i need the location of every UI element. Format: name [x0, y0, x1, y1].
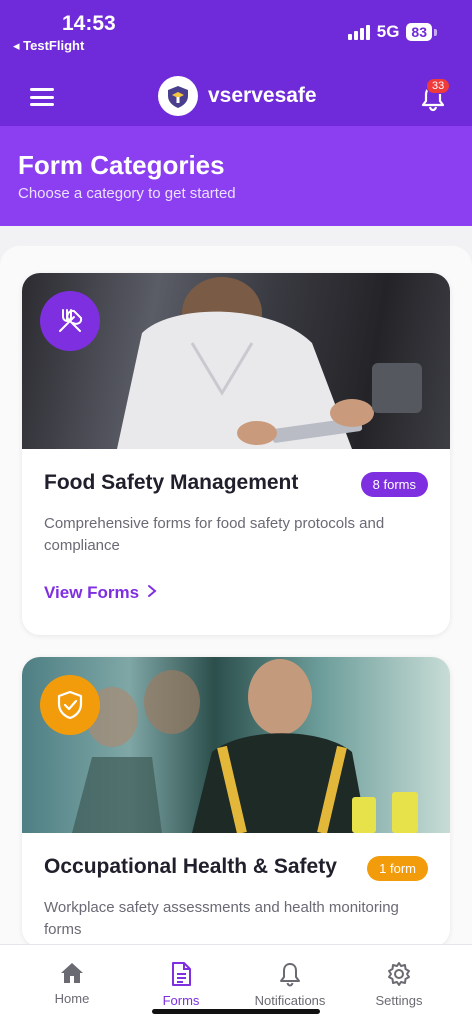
gear-icon [388, 962, 410, 986]
category-title: Food Safety Management [44, 471, 299, 494]
brand: vservesafe [158, 76, 317, 116]
view-forms-link[interactable]: View Forms [44, 583, 157, 603]
back-to-app-link[interactable]: ◂ TestFlight [13, 38, 84, 54]
category-title: Occupational Health & Safety [44, 855, 337, 878]
tab-forms[interactable]: Forms [126, 945, 236, 1015]
status-time: 14:53 [62, 12, 116, 35]
shield-check-icon [40, 675, 100, 735]
view-forms-label: View Forms [44, 583, 140, 602]
chevron-right-icon [147, 583, 157, 603]
signal-icon [347, 24, 370, 40]
brand-logo [158, 76, 198, 116]
staff-apron-image [22, 657, 450, 833]
brand-name: vservesafe [208, 84, 317, 107]
category-card-occupational-safety[interactable]: Occupational Health & Safety 1 form Work… [22, 657, 450, 947]
tab-label: Notifications [254, 993, 326, 1008]
tab-notifications[interactable]: Notifications [235, 945, 345, 1015]
app-header: vservesafe 33 [0, 70, 472, 126]
notification-count-badge: 33 [426, 78, 451, 94]
chef-tablet-image [22, 273, 450, 449]
hamburger-menu-icon[interactable] [30, 88, 54, 106]
page-subtitle: Choose a category to get started [18, 185, 236, 202]
tab-label: Forms [162, 993, 200, 1008]
battery-icon: 83 [406, 23, 437, 41]
page-title: Form Categories [18, 150, 225, 180]
home-indicator [152, 1009, 320, 1014]
form-count-badge: 8 forms [360, 472, 428, 497]
status-indicators: 5G 83 [347, 22, 437, 42]
home-icon [61, 963, 83, 983]
tab-home[interactable]: Home [17, 945, 127, 1015]
document-icon [172, 962, 191, 986]
bell-icon [280, 963, 300, 987]
form-count-badge: 1 form [367, 856, 428, 881]
category-card-food-safety[interactable]: Food Safety Management 8 forms Comprehen… [22, 273, 450, 635]
tab-label: Settings [375, 993, 423, 1008]
page-header: Form Categories Choose a category to get… [0, 126, 472, 226]
status-bar: 14:53 ◂ TestFlight 5G 83 [0, 0, 472, 70]
utensils-icon [40, 291, 100, 351]
network-label: 5G [376, 22, 400, 41]
category-description: Comprehensive forms for food safety prot… [44, 515, 385, 554]
tab-settings[interactable]: Settings [344, 945, 454, 1015]
category-description: Workplace safety assessments and health … [44, 899, 399, 938]
tab-label: Home [54, 991, 90, 1006]
